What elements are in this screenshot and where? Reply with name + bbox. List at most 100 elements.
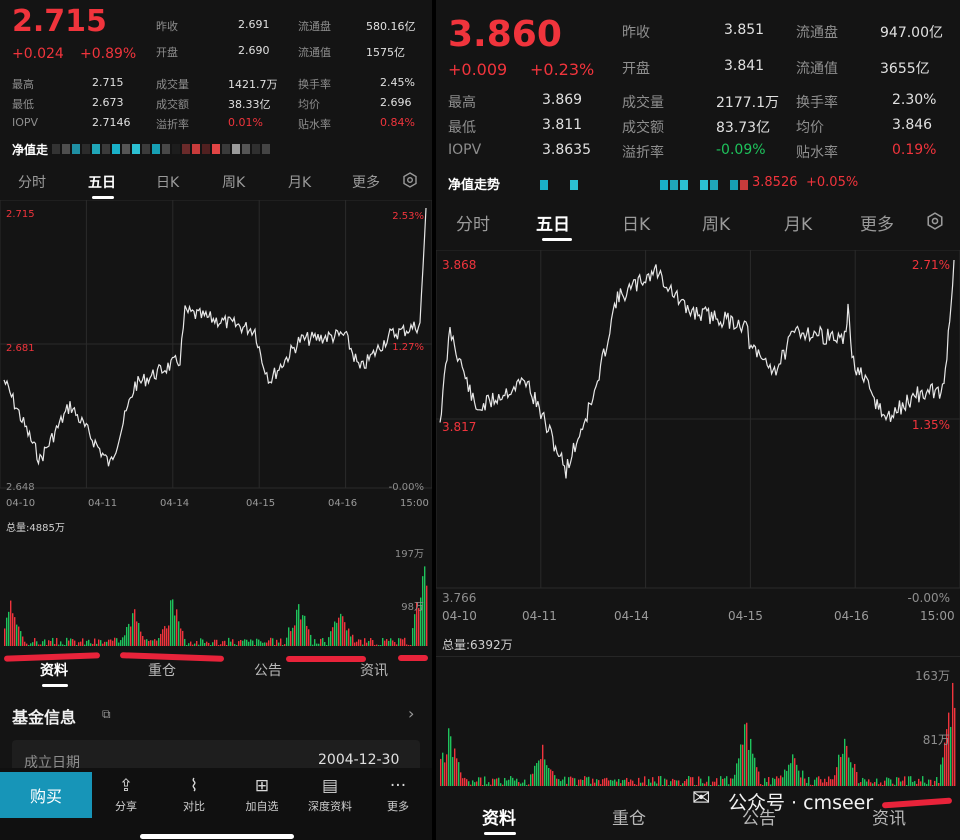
info-tab-0[interactable]: 资料 bbox=[482, 804, 516, 829]
volume-bar bbox=[152, 640, 154, 646]
volume-bar bbox=[554, 775, 556, 786]
info-tab-1[interactable]: 重仓 bbox=[612, 804, 646, 829]
stat-label: 成交量 bbox=[156, 78, 189, 91]
volume-bar bbox=[330, 631, 332, 646]
volume-bar bbox=[536, 763, 538, 786]
volume-bar bbox=[446, 754, 448, 786]
volume-bar bbox=[908, 776, 910, 786]
tab-0[interactable]: 分时 bbox=[456, 210, 490, 235]
tab-4[interactable]: 月K bbox=[784, 210, 812, 235]
volume-bar bbox=[888, 778, 890, 786]
volume-bar bbox=[114, 637, 116, 646]
volume-bar bbox=[346, 630, 348, 646]
active-info-underline bbox=[484, 832, 516, 835]
chevron-right-icon[interactable]: › bbox=[408, 704, 414, 723]
wechat-icon: ✉ bbox=[692, 786, 711, 811]
volume-bar bbox=[760, 783, 762, 786]
volume-bar bbox=[78, 642, 80, 646]
info-tab-2[interactable]: 公告 bbox=[742, 804, 776, 829]
volume-bar bbox=[164, 626, 166, 646]
tab-2[interactable]: 日K bbox=[622, 210, 650, 235]
tab-3[interactable]: 周K bbox=[702, 210, 730, 235]
nav-trend-label[interactable]: 净值走 bbox=[12, 141, 48, 158]
add-watchlist-icon: ⊞ bbox=[254, 776, 270, 796]
info-tab-2[interactable]: 公告 bbox=[254, 660, 282, 680]
volume-bar bbox=[350, 636, 352, 646]
add-watchlist-button[interactable]: ⊞ 加自选 bbox=[232, 776, 292, 814]
tab-3[interactable]: 周K bbox=[222, 172, 245, 192]
settings-icon[interactable] bbox=[402, 172, 418, 188]
info-tab-0[interactable]: 资料 bbox=[40, 660, 68, 680]
volume-bar bbox=[612, 780, 614, 786]
tab-4[interactable]: 月K bbox=[288, 172, 311, 192]
info-tab-3[interactable]: 资讯 bbox=[360, 660, 388, 680]
volume-bar bbox=[130, 626, 132, 646]
volume-bar bbox=[500, 783, 502, 786]
volume-bar bbox=[104, 641, 106, 646]
compare-button[interactable]: ⌇ 对比 bbox=[164, 776, 224, 814]
volume-bar bbox=[872, 783, 874, 786]
axis-pct-high: 2.71% bbox=[911, 258, 950, 272]
volume-bar bbox=[576, 785, 578, 786]
volume-bar bbox=[550, 769, 552, 786]
volume-bar bbox=[34, 638, 36, 646]
volume-bar bbox=[832, 779, 834, 786]
volume-bar bbox=[514, 780, 516, 786]
volume-bar bbox=[98, 639, 100, 646]
tab-5[interactable]: 更多 bbox=[352, 172, 380, 192]
volume-bar bbox=[384, 640, 386, 646]
volume-bar bbox=[804, 778, 806, 786]
settings-icon[interactable] bbox=[926, 212, 944, 230]
volume-bar bbox=[400, 638, 402, 646]
volume-bar bbox=[756, 767, 758, 786]
volume-bar bbox=[352, 634, 354, 646]
volume-bar bbox=[198, 644, 200, 646]
volume-bar bbox=[640, 782, 642, 786]
date-label: 04-10 bbox=[6, 498, 36, 509]
stat-label: 换手率 bbox=[298, 78, 331, 91]
stat-label: 流通盘 bbox=[298, 20, 331, 33]
volume-bar bbox=[624, 779, 626, 786]
stat-label: 流通值 bbox=[796, 61, 838, 77]
tab-1[interactable]: 五日 bbox=[536, 210, 570, 235]
volume-bar bbox=[658, 776, 660, 786]
volume-bar bbox=[634, 784, 636, 786]
volume-bar bbox=[496, 778, 498, 786]
stat-label: 成交量 bbox=[622, 95, 664, 111]
separator bbox=[436, 656, 960, 657]
volume-bar bbox=[300, 619, 302, 646]
info-tab-1[interactable]: 重仓 bbox=[148, 660, 176, 680]
volume-bar bbox=[158, 638, 160, 646]
external-link-icon[interactable]: ⧉ bbox=[102, 707, 111, 722]
five-day-price-chart[interactable] bbox=[436, 250, 960, 610]
volume-bar bbox=[362, 644, 364, 646]
buy-button[interactable]: 购买 bbox=[0, 772, 92, 818]
volume-bar bbox=[592, 778, 594, 786]
share-button[interactable]: ⇪ 分享 bbox=[96, 776, 156, 814]
info-tab-3[interactable]: 资讯 bbox=[872, 804, 906, 829]
axis-pct-low: -0.00% bbox=[388, 482, 424, 493]
volume-bar bbox=[820, 779, 822, 786]
nav-trend-label[interactable]: 净值走势 bbox=[448, 174, 500, 193]
tab-1[interactable]: 五日 bbox=[88, 172, 116, 192]
tab-0[interactable]: 分时 bbox=[18, 172, 46, 192]
volume-bar bbox=[700, 778, 702, 786]
volume-axis-high: 197万 bbox=[394, 549, 424, 560]
volume-bar bbox=[274, 645, 276, 646]
volume-bar bbox=[214, 639, 216, 646]
volume-bar bbox=[206, 641, 208, 646]
volume-bar bbox=[102, 643, 104, 646]
stat-value: 38.33亿 bbox=[228, 98, 271, 111]
volume-bar bbox=[778, 778, 780, 786]
deep-info-button[interactable]: ▤ 深度资料 bbox=[300, 776, 360, 814]
volume-bar bbox=[486, 784, 488, 786]
volume-bar bbox=[108, 639, 110, 646]
volume-bar bbox=[512, 777, 514, 786]
tab-2[interactable]: 日K bbox=[156, 172, 179, 192]
volume-bar bbox=[698, 776, 700, 786]
volume-bar bbox=[18, 626, 20, 646]
tab-5[interactable]: 更多 bbox=[860, 210, 894, 235]
volume-bar bbox=[626, 777, 628, 786]
five-day-price-chart[interactable] bbox=[0, 200, 432, 500]
more-button[interactable]: ··· 更多 bbox=[368, 776, 428, 814]
